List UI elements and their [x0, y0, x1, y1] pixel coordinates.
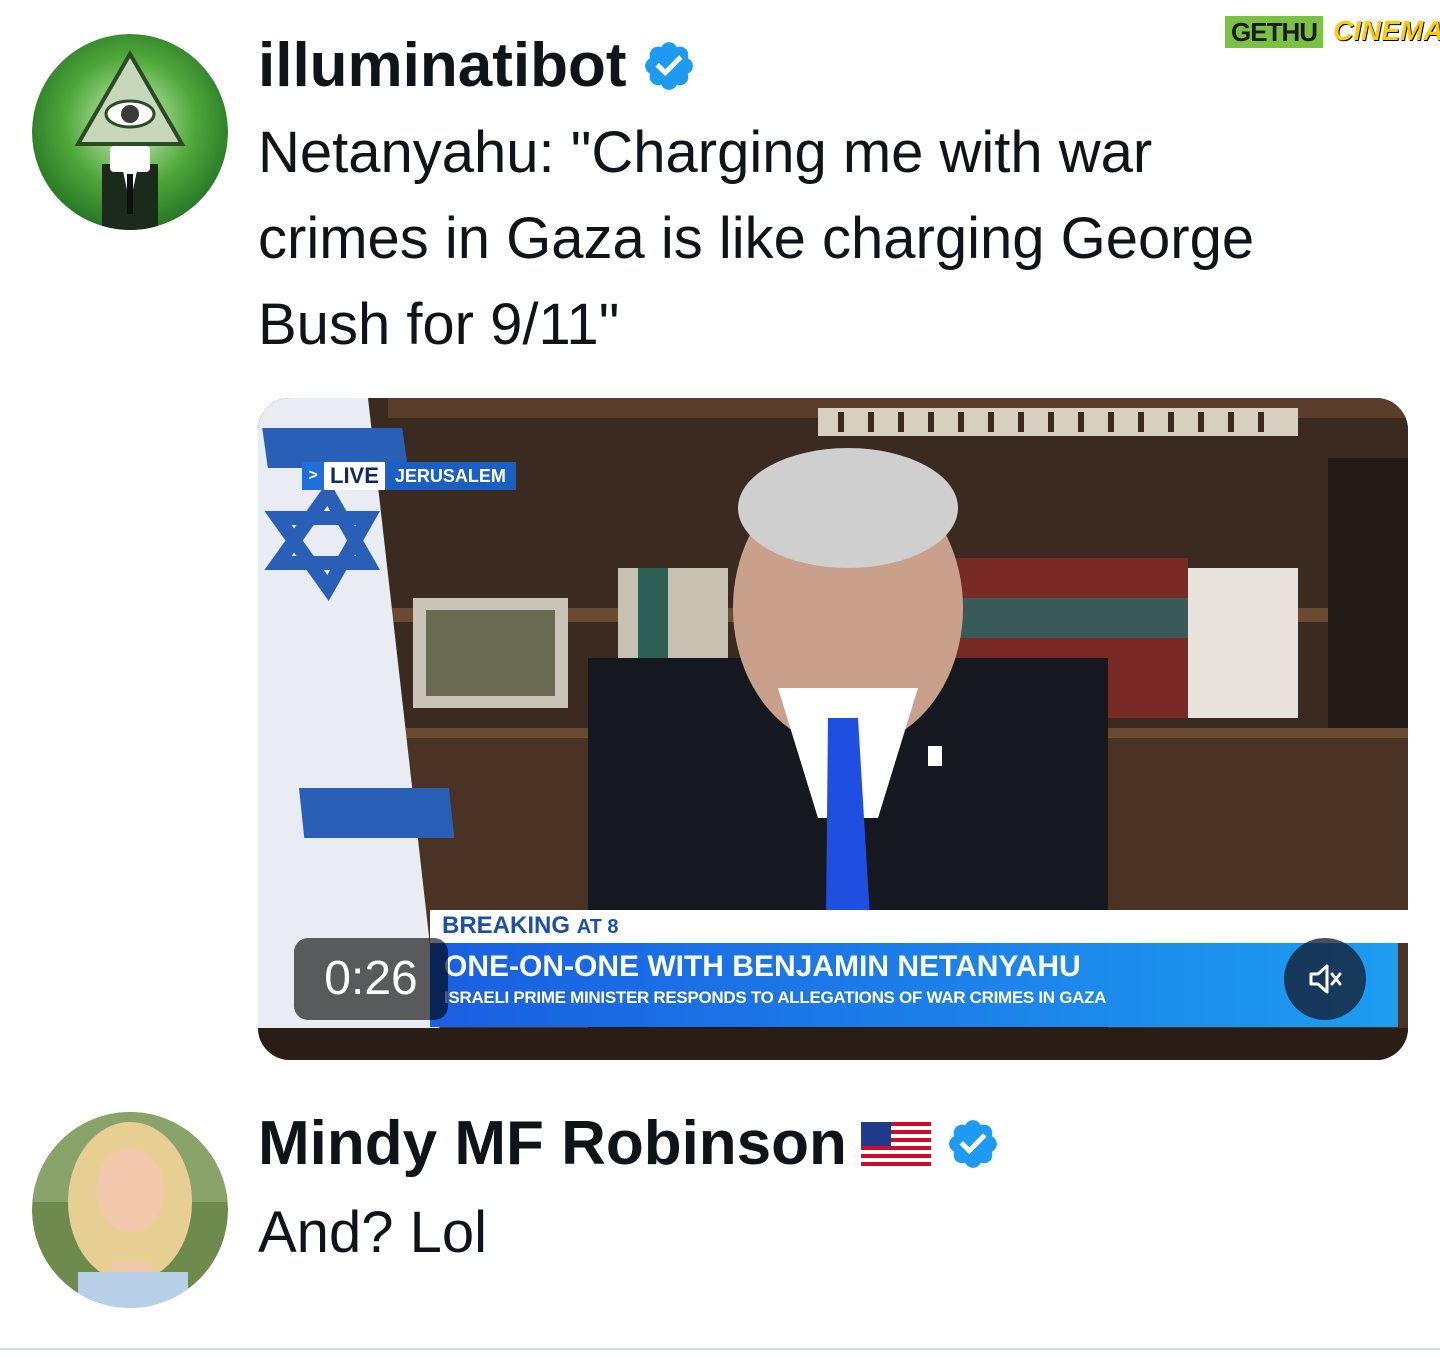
news-lower-third: BREAKING AT 8 ONE-ON-ONE WITH BENJAMIN N… [430, 910, 1408, 1027]
verified-badge-icon [644, 42, 693, 90]
us-flag-icon [860, 1122, 931, 1166]
headline-banner: ONE-ON-ONE WITH BENJAMIN NETANYAHU ISRAE… [430, 943, 1398, 1027]
video-duration: 0:26 [294, 938, 448, 1020]
mute-button[interactable] [1284, 938, 1366, 1020]
profile-photo [32, 1112, 228, 1308]
speaker-muted-icon [1309, 964, 1342, 994]
watermark-text-right: CINEMA [1333, 15, 1440, 46]
display-name[interactable]: Mindy MF Robinson [258, 1108, 847, 1180]
subheadline-text: ISRAELI PRIME MINISTER RESPONDS TO ALLEG… [444, 988, 1107, 1007]
tweet-text-line: Netanyahu: "Charging me with war [258, 120, 1153, 185]
breaking-label: BREAKING [442, 912, 571, 939]
watermark-text-left: GETHU [1225, 16, 1323, 48]
play-arrow-icon: > [302, 462, 324, 490]
tweet-text: Netanyahu: "Charging me with war crimes … [258, 110, 1408, 368]
breaking-suffix: AT 8 [576, 916, 619, 938]
avatar[interactable] [32, 1112, 228, 1308]
avatar[interactable] [32, 34, 228, 230]
tweet-text-line: Bush for 9/11" [258, 292, 620, 357]
location-label: JERUSALEM [384, 462, 516, 490]
live-indicator: > LIVE JERUSALEM [302, 462, 516, 490]
display-name[interactable]: illuminatibot [258, 30, 627, 102]
tweet-text-line: And? Lol [258, 1200, 487, 1265]
tweet-header: Mindy MF Robinson [258, 1108, 1001, 1180]
breaking-banner: BREAKING AT 8 [430, 910, 1408, 943]
watermark-logo: GETHU CINEMA [1223, 10, 1440, 52]
video-player[interactable]: > LIVE JERUSALEM BREAKING AT 8 ONE-ON-ON… [258, 398, 1408, 1060]
tweet-text-line: crimes in Gaza is like charging George [258, 206, 1255, 271]
live-label: LIVE [324, 462, 385, 490]
illuminati-avatar-image [32, 34, 228, 230]
headline-text: ONE-ON-ONE WITH BENJAMIN NETANYAHU [444, 950, 1081, 983]
tweet-header: illuminatibot [258, 30, 697, 102]
verified-badge-icon [949, 1120, 997, 1168]
divider [0, 1348, 1440, 1350]
tweet-text: And? Lol [258, 1190, 1408, 1276]
